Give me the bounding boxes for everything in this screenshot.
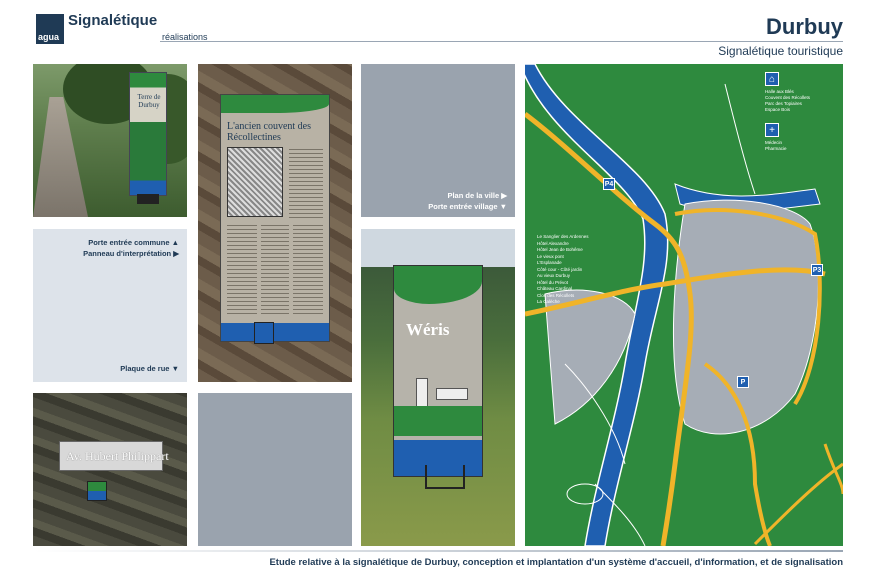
- dolmen-icon: [436, 388, 468, 400]
- caption-list: Porte entrée commune ▲ Panneau d'interpr…: [83, 237, 179, 259]
- photo-weris-entrance: Wéris: [361, 229, 515, 546]
- panel-title: L'ancien couvent des Récollectines: [227, 121, 311, 143]
- street-name-plate: Av. Hubert Philippart: [59, 441, 169, 471]
- street-sign-logo: [87, 481, 107, 501]
- legend-item: La Calèche: [537, 299, 560, 304]
- panel-text-column: [261, 225, 289, 315]
- sign-green-band: [394, 406, 482, 436]
- panel-text-column: [293, 225, 323, 315]
- footer-divider: [34, 550, 843, 552]
- caption-plaque-rue: Plaque de rue ▼: [120, 364, 179, 373]
- panel-text-column: [227, 225, 257, 315]
- caption-panneau-interpretation: Panneau d'interprétation ▶: [83, 249, 179, 258]
- photo-interpretation-panel: L'ancien couvent des Récollectines: [198, 64, 352, 382]
- page-title: Durbuy: [766, 14, 843, 39]
- weris-entrance-sign: Wéris: [393, 265, 483, 477]
- caption-porte-commune: Porte entrée commune ▲: [88, 238, 179, 247]
- parking-p4-icon: P4: [603, 178, 615, 190]
- agua-logo: agua: [36, 14, 64, 44]
- weris-sign-title: Wéris: [406, 320, 450, 339]
- logo-text: agua: [38, 32, 60, 42]
- interpretation-panel: L'ancien couvent des Récollectines: [220, 94, 330, 342]
- map-key: ⌂ Halle aux Blés Couvent des Récollets P…: [765, 72, 810, 152]
- panel-text-column: [289, 149, 323, 219]
- totem-sign-text: Terre de Durbuy: [137, 93, 161, 109]
- caption-porte-village: Porte entrée village ▼: [428, 202, 507, 211]
- key-item: Pharmacie: [765, 146, 787, 151]
- monument-icon: ⌂: [765, 72, 779, 86]
- photo-street-sign: Av. Hubert Philippart: [33, 393, 187, 546]
- totem-sign: Terre de Durbuy: [129, 72, 167, 196]
- sign-base: [425, 465, 465, 489]
- medical-cross-icon: +: [765, 123, 779, 137]
- caption-tile-top: Plan de la ville ▶ Porte entrée village …: [361, 64, 515, 217]
- street-name-text: Av. Hubert Philippart: [66, 449, 169, 463]
- town-map: Le Sanglier des Ardennes Hôtel Alexandre…: [525, 64, 843, 546]
- caption-tile-left: Porte entrée commune ▲ Panneau d'interpr…: [33, 229, 187, 382]
- panel-mount: [254, 322, 274, 344]
- east-road: [823, 443, 843, 495]
- map-legend: Le Sanglier des Ardennes Hôtel Alexandre…: [537, 234, 589, 306]
- page-subtitle: Signalétique touristique: [718, 44, 843, 58]
- caption-plan-ville: Plan de la ville ▶: [447, 191, 507, 200]
- south-east-road: [753, 462, 843, 546]
- legend-item: Hôtel Jean de Bohême: [537, 247, 583, 252]
- totem-base: [137, 194, 159, 204]
- caption-list: Plan de la ville ▶ Porte entrée village …: [428, 190, 507, 212]
- legend-item: Le Sanglier des Ardennes: [537, 234, 589, 239]
- panel-green-band: [221, 95, 329, 113]
- parking-p3-icon: P3: [811, 264, 823, 276]
- brand-title: Signalétique: [68, 12, 158, 29]
- header-divider: [160, 41, 843, 42]
- panel-blue-band: [221, 323, 329, 341]
- sign-green-band: [394, 266, 482, 304]
- parking-p-icon: P: [737, 376, 749, 388]
- footer-caption: Etude relative à la signalétique de Durb…: [269, 557, 843, 568]
- photo-totem-road: Terre de Durbuy: [33, 64, 187, 217]
- key-item: Espace Bois: [765, 107, 791, 112]
- panel-engraving-image: [227, 147, 283, 217]
- caption-tile-bottom: [198, 393, 352, 546]
